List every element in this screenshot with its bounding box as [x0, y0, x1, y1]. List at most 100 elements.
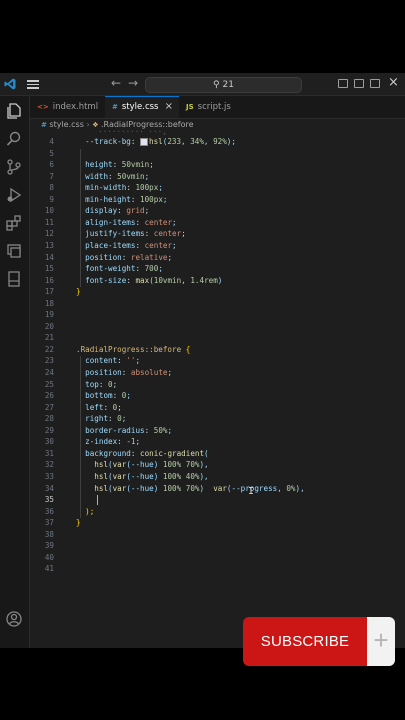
code-line: place-items: center; [85, 240, 177, 250]
code-line: align-items: center; [85, 217, 177, 227]
breadcrumb-file[interactable]: style.css [49, 120, 83, 129]
code-line: display: grid; [85, 206, 150, 216]
line-number: 32 [44, 460, 54, 470]
title-bar: ← → ⚲ 21 × [0, 73, 405, 96]
code-line: font-weight: 700; [85, 264, 163, 274]
line-number: 16 [44, 275, 54, 285]
indent-guide [80, 148, 81, 288]
line-number: 7 [49, 171, 54, 181]
line-number: 6 [49, 160, 54, 170]
remote-explorer-icon[interactable] [5, 242, 23, 260]
code-line: } [76, 518, 81, 528]
line-number: 20 [44, 321, 54, 331]
line-number: 14 [44, 252, 54, 262]
code-line: justify-items: center; [85, 229, 186, 239]
vscode-window: ← → ⚲ 21 × <> index.html # style.css × J… [0, 73, 405, 648]
line-number: 22 [44, 344, 54, 354]
code-line: z-index: -1; [85, 437, 141, 447]
line-number: 8 [49, 183, 54, 193]
mouse-ibeam-icon: I [248, 485, 255, 497]
code-line: font-size: max(10vmin, 1.4rem) [85, 275, 223, 285]
subscribe-plus-button[interactable]: + [367, 617, 395, 666]
line-number: 17 [44, 287, 54, 297]
js-file-icon: JS [186, 103, 194, 111]
line-number: 9 [49, 194, 54, 204]
source-control-icon[interactable] [5, 158, 23, 176]
breadcrumb: # style.css › ❖ .RadialProgress::before [30, 118, 405, 132]
css-file-icon: # [41, 121, 47, 129]
line-number: 39 [44, 541, 54, 551]
code-line: hsl(var(--hue) 100% 70%) var(--progress,… [94, 483, 305, 493]
tab-style-css[interactable]: # style.css × [105, 96, 179, 118]
activity-bar [0, 96, 30, 648]
code-line: } [76, 287, 81, 297]
line-number: 29 [44, 425, 54, 435]
code-line: position: absolute; [85, 368, 173, 377]
code-line: right: 0; [85, 414, 127, 424]
code-line: background: conic-gradient( [85, 448, 209, 458]
line-number: 15 [44, 264, 54, 274]
line-number: 31 [44, 448, 54, 458]
close-tab-icon[interactable]: × [165, 97, 173, 117]
code-line: --track-bg: hsl(233, 34%, 92%); [85, 137, 236, 146]
subscribe-button[interactable]: SUBSCRIBE [243, 617, 367, 666]
text-cursor [97, 495, 98, 506]
file-history-icon[interactable] [5, 270, 23, 288]
code-line: width: 50vmin; [85, 171, 150, 181]
code-line: min-height: 100px; [85, 194, 168, 204]
code-line: min-width: 100px; [85, 183, 163, 193]
line-number: 10 [44, 206, 54, 216]
code-line: hsl(var(--hue) 100% 70%), [94, 460, 209, 470]
code-line: left: 0; [85, 402, 122, 412]
code-line: hsl(var(--hue) 100% 40%), [94, 471, 209, 481]
css-file-icon: # [112, 103, 118, 111]
menu-icon[interactable] [27, 78, 39, 90]
code-line: .RadialProgress::before { [76, 344, 191, 354]
search-text: 21 [222, 80, 234, 90]
line-number: 38 [44, 529, 54, 539]
line-number: 36 [44, 506, 54, 516]
close-window-icon[interactable]: × [388, 75, 399, 90]
tab-script-js[interactable]: JS script.js [179, 96, 249, 118]
explorer-icon[interactable] [5, 102, 23, 120]
line-number: 34 [44, 483, 54, 493]
back-arrow-icon[interactable]: ← [111, 76, 121, 90]
code-editor[interactable]: ·········· ···, 4 --track-bg: hsl(233, 3… [30, 127, 405, 648]
run-debug-icon[interactable] [5, 186, 23, 204]
editor-tabs: <> index.html # style.css × JS script.js [30, 96, 405, 119]
search-icon: ⚲ [213, 80, 220, 90]
code-line: position: relative; [85, 252, 173, 262]
scrolled-line-fragment: ·········· ···, [89, 127, 167, 136]
line-number: 21 [44, 333, 54, 343]
line-number: 12 [44, 229, 54, 239]
line-number: 18 [44, 298, 54, 308]
extensions-icon[interactable] [5, 214, 23, 232]
code-line: top: 0; [85, 379, 118, 389]
forward-arrow-icon[interactable]: → [128, 76, 138, 90]
toggle-panel-icon[interactable] [354, 79, 364, 88]
account-icon[interactable] [5, 610, 23, 628]
line-number: 4 [49, 137, 54, 146]
code-line: content: ''; [85, 356, 141, 366]
search-icon[interactable] [5, 130, 23, 148]
vscode-logo-icon [4, 78, 16, 90]
line-number: 23 [44, 356, 54, 366]
tab-index-html[interactable]: <> index.html [30, 96, 105, 118]
code-line: ); [76, 506, 95, 516]
command-center-search[interactable]: ⚲ 21 [145, 77, 302, 93]
html-file-icon: <> [37, 103, 49, 111]
line-number: 35 [44, 495, 54, 505]
line-number: 30 [44, 437, 54, 447]
line-number: 41 [44, 564, 54, 574]
toggle-secondary-sidebar-icon[interactable] [370, 79, 380, 88]
line-number: 13 [44, 240, 54, 250]
code-line: border-radius: 50%; [85, 425, 173, 435]
line-number: 19 [44, 310, 54, 320]
line-number: 26 [44, 391, 54, 401]
code-line: height: 50vmin; [85, 160, 154, 170]
line-number: 33 [44, 471, 54, 481]
toggle-sidebar-icon[interactable] [338, 79, 348, 88]
indent-guide [80, 356, 81, 519]
line-number: 25 [44, 379, 54, 389]
line-number: 5 [49, 148, 54, 158]
